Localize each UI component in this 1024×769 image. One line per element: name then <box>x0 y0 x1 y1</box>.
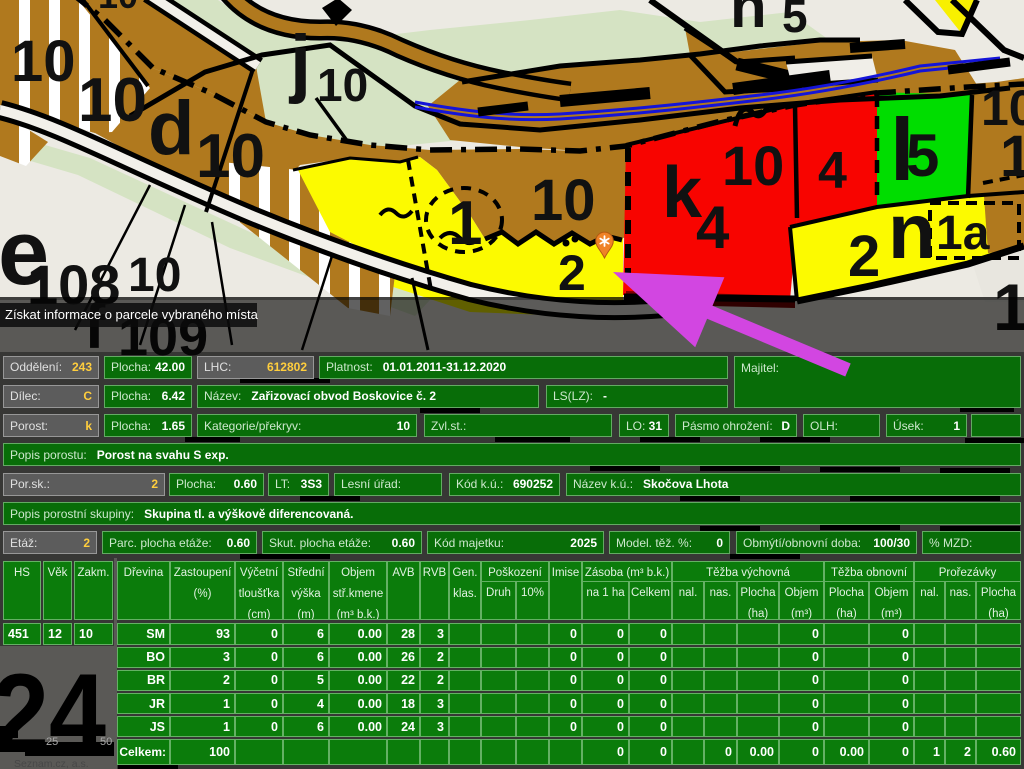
svg-text:5: 5 <box>782 0 808 42</box>
svg-text:4: 4 <box>818 142 847 200</box>
svg-text:10: 10 <box>531 168 596 233</box>
svg-text:10: 10 <box>11 29 76 94</box>
svg-text:j: j <box>288 20 311 105</box>
svg-text:d: d <box>148 86 194 171</box>
svg-text:1: 1 <box>448 189 482 258</box>
svg-text:10: 10 <box>78 66 147 135</box>
svg-text:10: 10 <box>196 122 265 191</box>
svg-text:2: 2 <box>558 245 586 301</box>
svg-text:10: 10 <box>98 0 138 16</box>
svg-text:10: 10 <box>722 134 784 197</box>
svg-text:n: n <box>888 187 936 275</box>
svg-text:10: 10 <box>317 59 368 111</box>
svg-text:2: 2 <box>848 224 880 289</box>
svg-text:1a: 1a <box>936 207 990 260</box>
svg-text:1: 1 <box>1000 124 1024 189</box>
svg-text:4: 4 <box>696 194 730 261</box>
svg-text:5: 5 <box>906 122 939 189</box>
svg-text:10: 10 <box>128 249 181 302</box>
svg-text:n: n <box>730 0 767 40</box>
